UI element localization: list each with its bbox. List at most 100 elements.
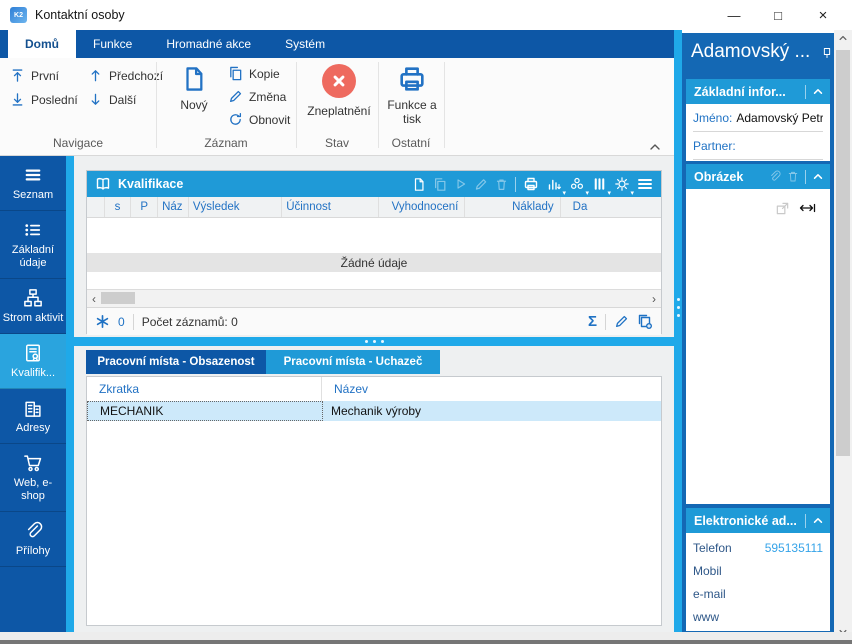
last-button[interactable]: Poslední [10,92,78,107]
copy-button[interactable]: Kopie [228,66,280,81]
name-field-row[interactable]: Jméno: Adamovský Petr [693,104,823,132]
grid-column-p[interactable]: P [131,197,158,217]
section-divider [805,85,806,99]
book-icon [95,177,111,191]
quick-edit-icon[interactable] [614,314,629,329]
attach-paperclip-icon[interactable] [768,170,781,183]
panel-pin-icon[interactable] [821,46,833,60]
process-wheel-icon[interactable]: ▾ [569,176,585,192]
scroll-right-icon[interactable]: › [652,292,656,306]
sidebar-item-prilohy[interactable]: Přílohy [0,512,66,567]
grid-column-ucinnost[interactable]: Účinnost [282,197,379,217]
tree-icon [23,288,43,308]
group-label-stav: Stav [296,136,378,150]
filter-asterisk-icon[interactable] [95,314,110,329]
grid-column-vyhodnoceni[interactable]: Vyhodnocení [379,197,465,217]
section-header-image[interactable]: Obrázek [686,164,830,189]
sidebar-item-adresy[interactable]: Adresy [0,389,66,444]
delete-record-icon[interactable] [495,177,508,192]
scroll-up-icon[interactable] [838,34,848,42]
sidebar-item-zakladni-udaje[interactable]: Základní údaje [0,211,66,279]
edit-label: Změna [249,90,286,104]
first-button[interactable]: První [10,68,59,83]
grid-column-vysledek[interactable]: Výsledek [189,197,282,217]
name-label: Jméno: [693,111,732,125]
ribbon-tab-domu[interactable]: Domů [8,30,76,58]
grid-column-nazev[interactable]: Náz [158,197,189,217]
columns-icon[interactable]: ▾ [592,176,607,192]
grid-column-datum[interactable]: Da [561,197,661,217]
vertical-splitter[interactable] [674,30,682,632]
sidebar-item-seznam[interactable]: Seznam [0,156,66,211]
tab-pracovni-mista-obsazenost[interactable]: Pracovní místa - Obsazenost [86,350,266,374]
section-header-contacts[interactable]: Elektronické ad... [686,508,830,533]
open-external-icon[interactable] [775,201,790,216]
panel-scrollbar[interactable] [834,30,852,640]
grid-column-naklady[interactable]: Náklady [465,197,560,217]
print-icon[interactable] [523,176,539,192]
invalidate-button[interactable]: Zneplatnění [300,64,378,118]
ribbon-collapse-chevron[interactable] [648,142,662,152]
delete-image-trash-icon[interactable] [787,170,799,183]
section-title: Základní infor... [694,85,805,99]
grid-menu-icon[interactable] [637,177,653,191]
table-row[interactable]: MECHANIK Mechanik výroby [87,401,661,421]
copy-label: Kopie [249,67,280,81]
previous-button[interactable]: Předchozí [88,68,163,83]
jobs-column-nazev[interactable]: Název [322,377,661,401]
refresh-button[interactable]: Obnovit [228,112,290,127]
edit-record-icon[interactable] [474,177,488,192]
sidebar-item-web-eshop[interactable]: Web, e-shop [0,444,66,512]
copy-add-icon[interactable] [637,314,653,330]
splitter-dot [381,340,384,343]
panel-scrollbar-thumb[interactable] [836,50,850,456]
detail-panel-title: Adamovský ... [691,41,819,63]
splitter-dot [373,340,376,343]
sidebar-item-strom-aktivit[interactable]: Strom aktivit [0,279,66,334]
partner-field-row[interactable]: Partner: [693,132,823,160]
detail-panel: Adamovský ... Základní infor... Jméno: A… [682,33,834,632]
functions-print-button[interactable]: Funkce a tisk [382,64,442,126]
edit-button[interactable]: Změna [228,89,286,104]
scroll-left-icon[interactable]: ‹ [92,292,96,306]
run-icon[interactable] [454,177,467,191]
contact-label: www [693,610,719,624]
sum-icon[interactable]: Σ [588,313,597,330]
tab-pracovni-mista-uchazec[interactable]: Pracovní místa - Uchazeč [266,350,440,374]
chevron-up-icon[interactable] [812,516,824,525]
next-button[interactable]: Další [88,92,136,107]
close-button[interactable]: × [800,0,846,30]
new-button[interactable]: Nový [168,64,220,112]
ribbon-tab-funkce[interactable]: Funkce [76,30,149,58]
reports-icon[interactable]: ▾ [546,176,562,192]
ribbon-tab-hromadne-akce[interactable]: Hromadné akce [149,30,268,58]
new-record-icon[interactable] [412,177,426,192]
horizontal-scrollbar[interactable]: ‹ › [87,289,661,308]
horizontal-splitter[interactable] [74,337,674,346]
maximize-button[interactable]: □ [756,0,800,30]
section-header-basic-info[interactable]: Základní infor... [686,79,830,104]
jobs-column-zkratka[interactable]: Zkratka [87,377,322,401]
chevron-up-icon[interactable] [812,87,824,96]
chevron-up-icon[interactable] [812,172,824,181]
group-separator [444,62,445,148]
new-document-icon [181,64,207,94]
name-value: Adamovský Petr [736,111,823,125]
settings-gear-icon[interactable]: ▾ [614,176,630,192]
close-icon: × [819,7,828,24]
ribbon-tab-system[interactable]: Systém [268,30,342,58]
jobs-cell-zkratka[interactable]: MECHANIK [87,401,323,421]
previous-label: Předchozí [109,69,163,83]
copy-record-icon[interactable] [433,177,447,192]
jobs-cell-nazev[interactable]: Mechanik výroby [323,401,661,421]
grid-column-s[interactable]: s [105,197,132,217]
empty-data-message: Žádné údaje [87,253,661,272]
grid-column-blank[interactable] [87,197,105,217]
refresh-icon [228,112,243,127]
minimize-button[interactable]: — [712,0,756,30]
sidebar-item-kvalifikace[interactable]: Kvalifik... [0,334,66,389]
horizontal-scrollbar-thumb[interactable] [101,292,135,304]
refresh-label: Obnovit [249,113,290,127]
contact-value[interactable]: 595135111 [765,541,823,555]
image-placeholder-area[interactable] [686,189,830,504]
